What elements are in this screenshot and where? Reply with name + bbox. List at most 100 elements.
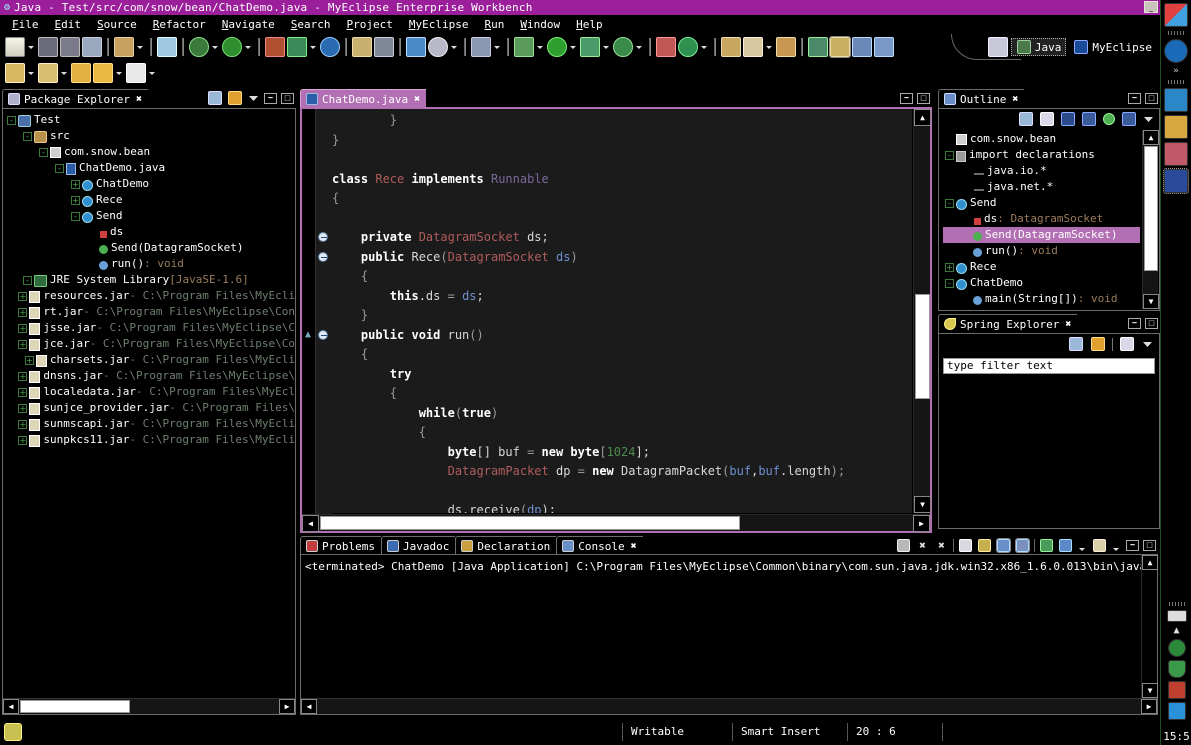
tree-item[interactable]: +localedata.jar - C:\Program Files\MyEcl xyxy=(5,384,295,400)
view-menu-icon[interactable] xyxy=(1143,114,1154,125)
scroll-left-icon[interactable]: ◀ xyxy=(301,699,317,714)
tree-item[interactable]: +sunpkcs11.jar - C:\Program Files\MyEcli xyxy=(5,432,295,448)
remove-all-icon[interactable]: ✖ xyxy=(935,539,948,552)
scroll-down-icon[interactable]: ▼ xyxy=(1142,683,1158,698)
menu-navigate[interactable]: Navigate xyxy=(214,16,283,33)
fold-collapse-icon[interactable] xyxy=(318,330,328,340)
view-menu-icon[interactable] xyxy=(248,93,259,104)
code-line[interactable]: try xyxy=(332,365,912,385)
menu-help[interactable]: Help xyxy=(568,16,611,33)
sort-icon[interactable] xyxy=(1120,337,1134,351)
scroll-left-icon[interactable]: ◀ xyxy=(302,515,319,532)
profile-dropdown-arrow[interactable] xyxy=(535,37,544,57)
close-icon[interactable]: ✖ xyxy=(136,94,142,105)
minimize-icon[interactable]: ━ xyxy=(1128,93,1141,104)
tree-item[interactable]: Send(DatagramSocket) xyxy=(943,227,1140,243)
toggle-editor-icon[interactable] xyxy=(852,37,872,57)
console-body[interactable]: <terminated> ChatDemo [Java Application]… xyxy=(300,554,1158,715)
keyboard-icon[interactable] xyxy=(1167,610,1187,622)
tree-item[interactable]: +Rece xyxy=(5,192,295,208)
code-line[interactable] xyxy=(332,209,912,229)
tree-item[interactable]: +charsets.jar - C:\Program Files\MyEcli xyxy=(5,352,295,368)
tree-item[interactable]: main(String[]) : void xyxy=(943,291,1140,307)
scroll-down-icon[interactable]: ▼ xyxy=(1143,294,1159,309)
profile-icon[interactable] xyxy=(514,37,534,57)
internet-explorer-icon[interactable] xyxy=(1164,39,1188,63)
menu-file[interactable]: File xyxy=(4,16,47,33)
close-icon[interactable]: ✖ xyxy=(1012,94,1018,105)
open-console-icon[interactable] xyxy=(1093,539,1106,552)
collapse-icon[interactable]: - xyxy=(23,132,32,141)
close-icon[interactable]: ✖ xyxy=(414,94,420,105)
save-all-icon[interactable] xyxy=(60,37,80,57)
new-wizard-icon[interactable] xyxy=(5,37,25,57)
tree-item[interactable]: -import declarations xyxy=(943,147,1140,163)
scroll-right-icon[interactable]: ▶ xyxy=(279,699,295,714)
expand-icon[interactable]: + xyxy=(71,180,80,189)
hide-fields-icon[interactable] xyxy=(1061,112,1075,126)
code-line[interactable]: class Rece implements Runnable xyxy=(332,170,912,190)
scroll-right-icon[interactable]: ▶ xyxy=(913,515,930,532)
outline-vscrollbar[interactable]: ▲ ▼ xyxy=(1142,130,1158,309)
collapse-icon[interactable]: - xyxy=(55,164,64,173)
tree-item[interactable]: -src xyxy=(5,128,295,144)
expand-icon[interactable]: + xyxy=(945,263,954,272)
editor-vscrollbar[interactable]: ▲ ▼ xyxy=(913,109,930,513)
shield-icon[interactable] xyxy=(1168,660,1186,678)
package-explorer-hscrollbar[interactable]: ◀ ▶ xyxy=(3,698,295,714)
perspective-myeclipse[interactable]: MyEclipse xyxy=(1068,38,1157,56)
minimize-icon[interactable]: ━ xyxy=(1126,540,1139,551)
tree-item[interactable]: +Rece xyxy=(943,259,1140,275)
save-icon[interactable] xyxy=(38,37,58,57)
tab-javadoc[interactable]: Javadoc xyxy=(381,536,455,555)
minimize-icon[interactable]: ━ xyxy=(900,93,913,104)
scroll-up-icon[interactable]: ▲ xyxy=(1142,555,1158,570)
debug-config-icon[interactable] xyxy=(613,37,633,57)
tree-item[interactable]: -ChatDemo xyxy=(943,275,1140,291)
paint-icon[interactable] xyxy=(1164,142,1188,166)
tab-problems[interactable]: Problems xyxy=(300,536,381,555)
code-line[interactable]: private DatagramSocket ds; xyxy=(332,228,912,248)
sort-icon[interactable] xyxy=(1040,112,1054,126)
scroll-up-icon[interactable]: ▲ xyxy=(914,109,931,126)
collapse-icon[interactable]: - xyxy=(945,199,954,208)
open-console-dropdown-arrow[interactable] xyxy=(1111,539,1120,552)
toggle-markup-icon[interactable] xyxy=(874,37,894,57)
lock-scroll-icon[interactable] xyxy=(978,539,991,552)
refresh-icon[interactable] xyxy=(678,37,698,57)
code-line[interactable]: } xyxy=(332,111,912,131)
database-icon[interactable] xyxy=(352,37,372,57)
code-line[interactable]: while(true) xyxy=(332,404,912,424)
open-resource-icon[interactable] xyxy=(721,37,741,57)
tree-item[interactable]: +sunjce_provider.jar - C:\Program Files\ xyxy=(5,400,295,416)
collapse-icon[interactable]: - xyxy=(23,276,32,285)
maximize-icon[interactable]: □ xyxy=(281,93,294,104)
view-menu-icon[interactable] xyxy=(1142,339,1153,350)
snapshot-dropdown-arrow[interactable] xyxy=(492,37,501,57)
expand-icon[interactable]: + xyxy=(18,308,27,317)
tree-item[interactable]: +resources.jar - C:\Program Files\MyEcli xyxy=(5,288,295,304)
scroll-left-icon[interactable]: ◀ xyxy=(3,699,19,714)
taskbar-grip[interactable] xyxy=(1168,80,1184,84)
minimize-button[interactable]: _ xyxy=(1144,1,1158,13)
collapse-icon[interactable]: - xyxy=(945,151,954,160)
pin-console-icon[interactable] xyxy=(997,539,1010,552)
tree-item[interactable]: java.net.* xyxy=(943,179,1140,195)
back-history-icon[interactable] xyxy=(71,63,91,83)
new-xml-icon[interactable] xyxy=(406,37,426,57)
forward-icon[interactable] xyxy=(126,63,146,83)
print-icon[interactable] xyxy=(82,37,102,57)
package-dropdown-arrow[interactable] xyxy=(135,37,144,57)
editor-overview-ruler[interactable]: ▲ xyxy=(302,109,316,531)
code-line[interactable]: byte[] buf = new byte[1024]; xyxy=(332,443,912,463)
tree-item[interactable]: ds xyxy=(5,224,295,240)
eclipse-icon[interactable] xyxy=(1164,169,1188,193)
collapse-icon[interactable]: - xyxy=(71,212,80,221)
taskbar-grip[interactable] xyxy=(1168,31,1184,35)
highlight-icon[interactable] xyxy=(830,37,850,57)
run-icon[interactable] xyxy=(222,37,242,57)
tab-declaration[interactable]: Declaration xyxy=(455,536,556,555)
tab-package-explorer[interactable]: Package Explorer ✖ xyxy=(2,89,148,108)
console-hscrollbar[interactable]: ◀ ▶ xyxy=(301,698,1157,714)
expand-icon[interactable]: + xyxy=(18,340,27,349)
